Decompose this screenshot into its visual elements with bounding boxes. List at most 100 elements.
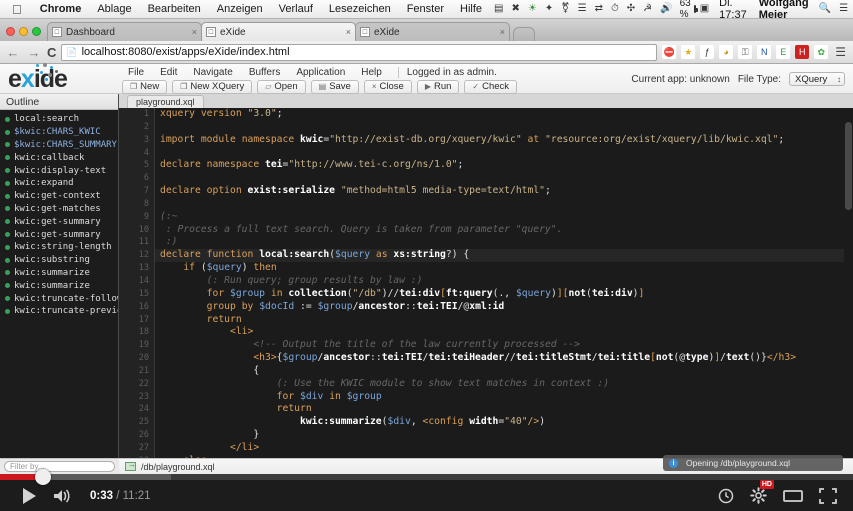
bookmark-star-icon[interactable]: ★ bbox=[681, 45, 696, 59]
outline-item[interactable]: kwic:truncate-previous bbox=[0, 305, 118, 318]
code-line[interactable]: return bbox=[155, 403, 853, 416]
code-line[interactable]: </li> bbox=[155, 442, 853, 455]
menu-bearbeiten[interactable]: Bearbeiten bbox=[140, 3, 209, 15]
fullscreen-icon[interactable] bbox=[819, 487, 837, 504]
code-line[interactable]: (: Use the KWIC module to show text matc… bbox=[155, 378, 853, 391]
code-line[interactable] bbox=[155, 147, 853, 160]
timemachine-clock-icon[interactable]: ⏱ bbox=[607, 4, 623, 14]
watch-later-clock-icon[interactable] bbox=[718, 488, 734, 504]
key-icon[interactable]: ⚿ bbox=[738, 45, 753, 59]
evernote-icon[interactable]: E bbox=[776, 45, 791, 59]
code-line[interactable]: return bbox=[155, 314, 853, 327]
h-icon[interactable]: H bbox=[795, 45, 810, 59]
settings-gear-icon[interactable]: HD bbox=[750, 480, 774, 504]
play-button[interactable] bbox=[12, 483, 46, 509]
code-line[interactable]: <h3>{$group/ancestor::tei:TEI/tei:teiHea… bbox=[155, 352, 853, 365]
code-editor[interactable]: 1 2 3 4 5 6 7 8 9 10 11 12 13 14 15 16 17 18 19 20 21 22 23 24 2… bbox=[119, 108, 853, 469]
x-scissors-icon[interactable]: ✖ bbox=[507, 4, 523, 14]
globe-icon[interactable]: ☀ bbox=[524, 4, 541, 14]
outline-item[interactable]: local:search bbox=[0, 113, 118, 126]
outline-item[interactable]: $kwic:CHARS_SUMMARY bbox=[0, 139, 118, 152]
code-line[interactable]: } bbox=[155, 429, 853, 442]
scrollbar-thumb[interactable] bbox=[845, 122, 852, 210]
filter-input[interactable]: Filter by... bbox=[4, 461, 115, 472]
code-line[interactable]: import module namespace kwic="http://exi… bbox=[155, 134, 853, 147]
code-line[interactable]: declare option exist:serialize "method=h… bbox=[155, 185, 853, 198]
close-icon[interactable]: × bbox=[346, 27, 351, 37]
code-line[interactable] bbox=[155, 172, 853, 185]
close-button[interactable]: × Close bbox=[363, 79, 412, 94]
code-line[interactable]: (:~ bbox=[155, 211, 853, 224]
exide-menu-application[interactable]: Application bbox=[288, 67, 353, 78]
outline-item[interactable]: kwic:display-text bbox=[0, 164, 118, 177]
outline-item[interactable]: kwic:callback bbox=[0, 151, 118, 164]
volume-button[interactable] bbox=[46, 483, 80, 509]
colorwheel-icon[interactable]: ✿ bbox=[814, 45, 829, 59]
menu-chrome[interactable]: Chrome bbox=[32, 3, 90, 15]
apple-logo-icon[interactable]:  bbox=[12, 3, 22, 16]
wifi-icon[interactable]: ☭ bbox=[639, 4, 656, 14]
outline-item[interactable]: kwic:get-summary bbox=[0, 215, 118, 228]
exide-menu-buffers[interactable]: Buffers bbox=[241, 67, 289, 78]
check-button[interactable]: ✓ Check bbox=[464, 79, 518, 94]
run-button[interactable]: ▶ Run bbox=[416, 79, 460, 94]
outline-item[interactable]: kwic:substring bbox=[0, 254, 118, 267]
window-minimize-button[interactable] bbox=[19, 27, 28, 36]
open-button[interactable]: ▱ Open bbox=[257, 79, 306, 94]
code-line[interactable] bbox=[155, 198, 853, 211]
close-icon[interactable]: × bbox=[500, 27, 505, 37]
forward-icon[interactable]: → bbox=[26, 46, 42, 59]
reload-icon[interactable]: C bbox=[47, 45, 56, 60]
code-line[interactable]: for $group in collection("/db")//tei:div… bbox=[155, 288, 853, 301]
exide-menu-navigate[interactable]: Navigate bbox=[185, 67, 240, 78]
browser-tab-dashboard[interactable]: ☐ Dashboard × bbox=[47, 22, 202, 41]
new-button[interactable]: ❐ New bbox=[122, 79, 168, 94]
crosshair-icon[interactable]: ✣ bbox=[623, 4, 639, 14]
code-line[interactable]: for $div in $group bbox=[155, 391, 853, 404]
menu-ablage[interactable]: Ablage bbox=[89, 3, 139, 15]
code-line[interactable]: declare namespace tei="http://www.tei-c.… bbox=[155, 159, 853, 172]
menu-clock[interactable]: Di. 17:37 bbox=[713, 0, 753, 21]
address-bar[interactable]: 📄 localhost:8080/exist/apps/eXide/index.… bbox=[61, 43, 658, 61]
browser-tab-exide-active[interactable]: ☐ eXide × bbox=[201, 22, 356, 41]
outline-item[interactable]: $kwic:CHARS_KWIC bbox=[0, 126, 118, 139]
usb-icon[interactable]: ⚧ bbox=[557, 4, 573, 14]
adblock-icon[interactable]: ⛔ bbox=[662, 45, 677, 59]
palette-icon[interactable]: ◕ bbox=[719, 45, 734, 59]
input-source-icon[interactable]: ▣ bbox=[696, 4, 713, 14]
note-icon[interactable]: N bbox=[757, 45, 772, 59]
browser-tab-exide-2[interactable]: ☐ eXide × bbox=[355, 22, 510, 41]
save-button[interactable]: ▤ Save bbox=[310, 79, 359, 94]
editor-vertical-scrollbar[interactable] bbox=[844, 122, 853, 469]
network-icon[interactable]: ⇄ bbox=[591, 4, 607, 14]
bluetooth-icon[interactable]: ☰ bbox=[574, 4, 591, 14]
outline-item[interactable]: kwic:summarize bbox=[0, 267, 118, 280]
code-line[interactable] bbox=[155, 121, 853, 134]
back-icon[interactable]: ← bbox=[5, 46, 21, 59]
outline-list[interactable]: local:search $kwic:CHARS_KWIC $kwic:CHARS_… bbox=[0, 110, 118, 469]
outline-item[interactable]: kwic:expand bbox=[0, 177, 118, 190]
notification-center-icon[interactable]: ☰ bbox=[835, 4, 852, 14]
exide-menu-edit[interactable]: Edit bbox=[152, 67, 185, 78]
code-line[interactable]: (: Run query; group results by law :) bbox=[155, 275, 853, 288]
formula-icon[interactable]: ƒ bbox=[700, 45, 715, 59]
menu-hilfe[interactable]: Hilfe bbox=[452, 3, 490, 15]
code-line[interactable]: :) bbox=[155, 236, 853, 249]
search-icon[interactable]: 🔍 bbox=[815, 4, 835, 14]
exide-menu-help[interactable]: Help bbox=[353, 67, 390, 78]
volume-icon[interactable]: 🔊 bbox=[656, 4, 676, 14]
code-line[interactable]: xquery version "3.0"; bbox=[155, 108, 853, 121]
menu-verlauf[interactable]: Verlauf bbox=[271, 3, 321, 15]
outline-item[interactable]: kwic:get-matches bbox=[0, 203, 118, 216]
outline-item[interactable]: kwic:get-summary bbox=[0, 228, 118, 241]
outline-item[interactable]: kwic:string-length bbox=[0, 241, 118, 254]
code-line[interactable]: <li> bbox=[155, 326, 853, 339]
code-line[interactable]: declare function local:search($query as … bbox=[155, 249, 853, 263]
notification-toast[interactable]: i Opening /db/playground.xql bbox=[663, 455, 843, 471]
battery-icon[interactable] bbox=[693, 5, 698, 13]
theater-mode-icon[interactable] bbox=[783, 489, 803, 503]
code-line[interactable]: if ($query) then bbox=[155, 262, 853, 275]
screen-recording-icon[interactable]: ▤ bbox=[490, 4, 507, 14]
window-close-button[interactable] bbox=[6, 27, 15, 36]
code-line[interactable]: : Process a full text search. Query is t… bbox=[155, 224, 853, 237]
